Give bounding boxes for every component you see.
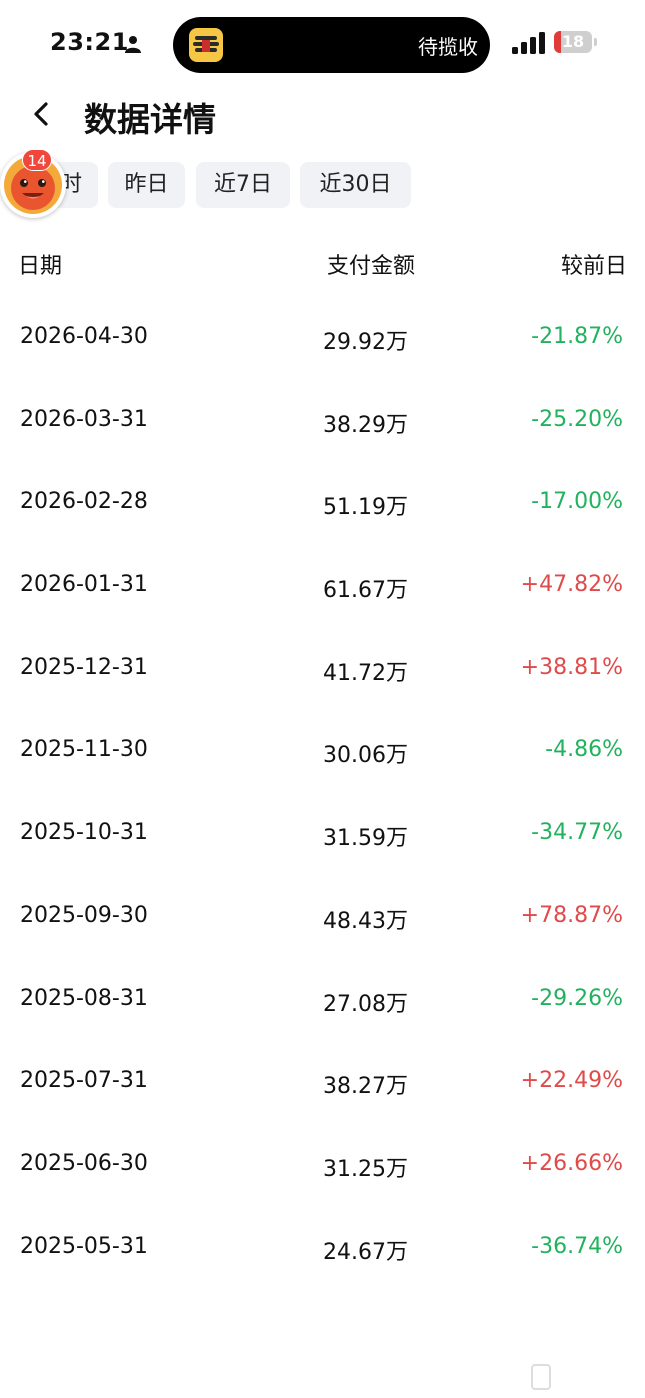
- row-amount: 27.08万: [323, 991, 408, 1017]
- row-date: 2026-03-31: [20, 406, 148, 432]
- table-row[interactable]: 2026-01-31 61.67万 +47.82%: [0, 546, 645, 629]
- row-date: 2025-05-31: [20, 1233, 148, 1259]
- row-amount: 38.27万: [323, 1074, 408, 1100]
- table-row[interactable]: 2025-12-31 41.72万 +38.81%: [0, 629, 645, 712]
- row-change: +22.49%: [520, 1068, 623, 1094]
- row-change: -17.00%: [531, 489, 623, 515]
- notification-badge: 14: [22, 149, 52, 171]
- row-date: 2025-08-31: [20, 985, 148, 1011]
- person-icon: [125, 36, 141, 53]
- table-row[interactable]: 2026-02-28 51.19万 -17.00%: [0, 463, 645, 546]
- corner-icon: [531, 1364, 551, 1390]
- row-date: 2025-06-30: [20, 1150, 148, 1176]
- delivery-app-icon: [189, 28, 223, 62]
- row-amount: 30.06万: [323, 743, 408, 769]
- table-header: 日期 支付金额 较前日: [0, 240, 645, 286]
- table-row[interactable]: 2025-08-31 27.08万 -29.26%: [0, 960, 645, 1043]
- row-amount: 41.72万: [323, 660, 408, 686]
- chevron-left-icon: [34, 102, 48, 126]
- filter-chip-30-days[interactable]: 近30日: [300, 162, 411, 208]
- table-row[interactable]: 2025-05-31 24.67万 -36.74%: [0, 1208, 645, 1291]
- battery-fill: [554, 31, 561, 53]
- table-row[interactable]: 2026-04-30 29.92万 -21.87%: [0, 298, 645, 381]
- table-row[interactable]: 2025-07-31 38.27万 +22.49%: [0, 1042, 645, 1125]
- row-change: -34.77%: [531, 820, 623, 846]
- row-date: 2026-02-28: [20, 489, 148, 515]
- battery-nub: [594, 38, 597, 46]
- row-date: 2025-07-31: [20, 1068, 148, 1094]
- back-button[interactable]: [24, 92, 60, 136]
- row-amount: 24.67万: [323, 1239, 408, 1265]
- row-date: 2025-11-30: [20, 737, 148, 763]
- row-date: 2025-10-31: [20, 820, 148, 846]
- row-change: +26.66%: [520, 1150, 623, 1176]
- page-title: 数据详情: [84, 100, 216, 139]
- dynamic-island[interactable]: 待揽收: [173, 17, 490, 73]
- row-change: -21.87%: [531, 324, 623, 349]
- row-change: -25.20%: [531, 406, 623, 432]
- row-change: -36.74%: [531, 1233, 623, 1259]
- row-amount: 51.19万: [323, 495, 408, 521]
- battery-level: 18: [561, 32, 585, 51]
- status-time: 23:21: [50, 28, 129, 56]
- row-amount: 38.29万: [323, 412, 408, 438]
- column-header-date: 日期: [18, 254, 63, 279]
- row-change: -29.26%: [531, 985, 623, 1011]
- filter-chip-yesterday[interactable]: 昨日: [108, 162, 185, 208]
- row-amount: 48.43万: [323, 908, 408, 934]
- column-header-change[interactable]: 较前日: [561, 248, 627, 280]
- status-bar: 23:21 待揽收 18: [0, 0, 645, 90]
- row-change: +38.81%: [520, 654, 623, 680]
- filter-chip-7-days[interactable]: 近7日: [196, 162, 290, 208]
- column-header-amount[interactable]: 支付金额: [327, 248, 415, 280]
- data-table-body: 2026-04-30 29.92万 -21.87% 2026-03-31 38.29万 -…: [0, 298, 645, 1290]
- row-change: +47.82%: [520, 572, 623, 598]
- row-change: +78.87%: [520, 902, 623, 928]
- row-date: 2025-09-30: [20, 902, 148, 928]
- row-amount: 29.92万: [323, 330, 408, 355]
- battery-icon: 18: [554, 31, 592, 53]
- row-amount: 31.25万: [323, 1156, 408, 1182]
- island-status-text: 待揽收: [418, 35, 478, 59]
- table-row[interactable]: 2025-09-30 48.43万 +78.87%: [0, 877, 645, 960]
- table-row[interactable]: 2025-10-31 31.59万 -34.77%: [0, 794, 645, 877]
- row-amount: 61.67万: [323, 578, 408, 604]
- table-row[interactable]: 2025-11-30 30.06万 -4.86%: [0, 711, 645, 794]
- row-date: 2026-04-30: [20, 324, 148, 349]
- row-change: -4.86%: [545, 737, 623, 763]
- row-date: 2025-12-31: [20, 654, 148, 680]
- signal-icon: [512, 32, 545, 54]
- table-row[interactable]: 2026-03-31 38.29万 -25.20%: [0, 381, 645, 464]
- table-row[interactable]: 2025-06-30 31.25万 +26.66%: [0, 1125, 645, 1208]
- row-amount: 31.59万: [323, 826, 408, 852]
- row-date: 2026-01-31: [20, 572, 148, 598]
